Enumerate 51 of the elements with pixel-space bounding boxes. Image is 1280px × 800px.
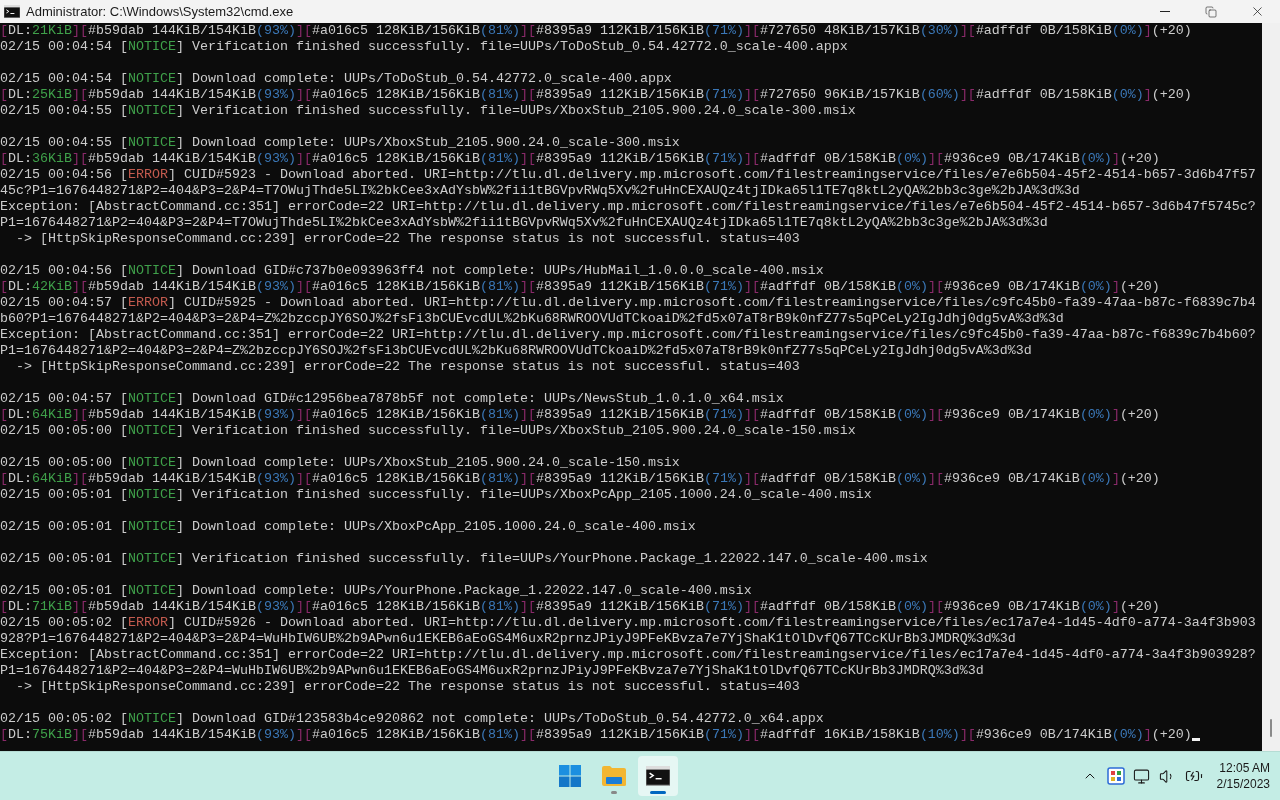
console-line: [DL:21KiB][#b59dab 144KiB/154KiB(93%)][#a016c5 128KiB/156KiB(81%)][#8395a9 112KiB/156KiB(71%)][#727650 48KiB/157KiB(30%)][#adffdf 0B/158KiB(0%)](+20)	[0, 23, 1192, 39]
console-line: 02/15 00:04:55 [NOTICE] Verification finished successfully. file=UUPs/XboxStub_2105.900.24.0_scale-300.msix	[0, 103, 856, 119]
console-line: [DL:64KiB][#b59dab 144KiB/154KiB(93%)][#a016c5 128KiB/156KiB(81%)][#8395a9 112KiB/156KiB(71%)][#adffdf 0B/158KiB(0%)][#936ce9 0B/174KiB(0%)](+20)	[0, 407, 1160, 423]
console-line: [DL:25KiB][#b59dab 144KiB/154KiB(93%)][#a016c5 128KiB/156KiB(81%)][#8395a9 112KiB/156KiB(71%)][#727650 96KiB/157KiB(60%)][#adffdf 0B/158KiB(0%)](+20)	[0, 87, 1192, 103]
console-line: 02/15 00:04:55 [NOTICE] Download complete: UUPs/XboxStub_2105.900.24.0_scale-300.msix	[0, 135, 680, 151]
console-line: 02/15 00:05:00 [NOTICE] Verification finished successfully. file=UUPs/XboxStub_2105.900.24.0_scale-150.msix	[0, 423, 856, 439]
console-line: 02/15 00:05:02 [NOTICE] Download GID#123583b4ce920862 not complete: UUPs/ToDoStub_0.54.42772.0_x64.appx	[0, 711, 824, 727]
console-line: -> [HttpSkipResponseCommand.cc:239] errorCode=22 The response status is not successful. status=403	[15, 359, 800, 375]
console-line: Exception: [AbstractCommand.cc:351] errorCode=22 URI=http://tlu.dl.delivery.mp.microsoft.com/filestreamingservice/files/ec17a7e4-1d45-4df0-a774-3a4f3b903928?	[0, 647, 1256, 663]
app-tray-icon[interactable]	[1106, 767, 1125, 785]
console-line: [DL:64KiB][#b59dab 144KiB/154KiB(93%)][#a016c5 128KiB/156KiB(81%)][#8395a9 112KiB/156KiB(71%)][#adffdf 0B/158KiB(0%)][#936ce9 0B/174KiB(0%)](+20)	[0, 471, 1160, 487]
network-icon[interactable]	[1133, 767, 1151, 785]
scrollbar-thumb[interactable]	[1270, 719, 1272, 737]
text-cursor	[1191, 738, 1200, 741]
restore-icon	[1205, 5, 1217, 18]
terminal-icon	[4, 5, 20, 18]
console-line: 928?P1=1676448271&P2=404&P3=2&P4=WuHbIW6UB%2b9APwn6u1EKEB6aEoGS4M6uxR2prnzJPiyJ9PFeKBvza7e7YjShaK1tOlDvfQ67TCcKUrBb3JMDRQ%3d%3d	[0, 631, 1016, 647]
clock-time[interactable]: 12:05 AM	[1219, 760, 1270, 776]
windows-logo-icon	[559, 765, 582, 787]
console-line: -> [HttpSkipResponseCommand.cc:239] errorCode=22 The response status is not successful. status=403	[15, 679, 800, 695]
console-line: P1=1676448271&P2=404&P3=2&P4=T7OWujThde5LI%2bkCee3xAdYsbW%2fii1tBGVpvRWq5Xv%2fuHnCEXAUQz4tjIDka65l1TE7q8ktL2yQA%2bb3c3ge%2bJA%3d%3d	[0, 215, 1048, 231]
console-line: 45c?P1=1676448271&P2=404&P3=2&P4=T7OWujThde5LI%2bkCee3xAdYsbW%2fii1tBGVpvRWq5Xv%2fuHnCEXAUQz4tjIDka65l1TE7q8ktL2yQA%2bb3c3ge%2bJA%3d%3d	[0, 183, 1080, 199]
console-line: P1=1676448271&P2=404&P3=2&P4=Z%2bzccpJY6SOJ%2fsFi3bCUEvcdUL%2bKu68RWROOVUdTCkoaiD%2fd5x07aT8rB9k0nfZ77s5qPCeLy2IgJdhj0dg5vA%3d%3d	[0, 343, 1032, 359]
terminal-icon	[646, 766, 671, 786]
scrollbar-track[interactable]	[1262, 23, 1280, 751]
console-line: 02/15 00:05:02 [ERROR] CUID#5926 - Download aborted. URI=http://tlu.dl.delivery.mp.microsoft.com/filestreamingservice/files/ec17a7e4-1d45-4df0-a774-3a4f3b903	[0, 615, 1256, 631]
console-line: Exception: [AbstractCommand.cc:351] errorCode=22 URI=http://tlu.dl.delivery.mp.microsoft.com/filestreamingservice/files/e7e6b504-45f2-4514-b657-3d6b47f5745c?	[0, 199, 1256, 215]
console-line: 02/15 00:04:54 [NOTICE] Download complete: UUPs/ToDoStub_0.54.42772.0_scale-400.appx	[0, 71, 672, 87]
console-line: 02/15 00:05:01 [NOTICE] Download complete: UUPs/XboxPcApp_2105.1000.24.0_scale-400.msix	[0, 519, 696, 535]
console-line: [DL:71KiB][#b59dab 144KiB/154KiB(93%)][#a016c5 128KiB/156KiB(81%)][#8395a9 112KiB/156KiB(71%)][#adffdf 0B/158KiB(0%)][#936ce9 0B/174KiB(0%)](+20)	[0, 599, 1160, 615]
console-line: 02/15 00:05:01 [NOTICE] Download complete: UUPs/YourPhone.Package_1.22022.147.0_scale-400.msix	[0, 583, 752, 599]
console-line: -> [HttpSkipResponseCommand.cc:239] errorCode=22 The response status is not successful. status=403	[15, 231, 800, 247]
taskbar-app-button[interactable]	[638, 756, 679, 796]
console-line: 02/15 00:05:01 [NOTICE] Verification finished successfully. file=UUPs/YourPhone.Package_1.22022.147.0_scale-400.msix	[0, 551, 928, 567]
console-line: 02/15 00:04:56 [NOTICE] Download GID#c737b0e093963ff4 not complete: UUPs/HubMail_1.0.0.0_scale-400.msix	[0, 263, 824, 279]
console-line: 02/15 00:05:00 [NOTICE] Download complete: UUPs/XboxStub_2105.900.24.0_scale-150.msix	[0, 455, 680, 471]
console-line: [DL:75KiB][#b59dab 144KiB/154KiB(93%)][#a016c5 128KiB/156KiB(81%)][#8395a9 112KiB/156KiB(71%)][#adffdf 16KiB/158KiB(10%)][#936ce9 0B/174KiB(0%)](+20)	[0, 727, 1192, 743]
console-line: P1=1676448271&P2=404&P3=2&P4=WuHbIW6UB%2b9APwn6u1EKEB6aEoGS4M6uxR2prnzJPiyJ9PFeKBvza7e7YjShaK1tOlDvfQ67TCcKUrBb3JMDRQ%3d%3d	[0, 663, 984, 679]
console-line: Exception: [AbstractCommand.cc:351] errorCode=22 URI=http://tlu.dl.delivery.mp.microsoft.com/filestreamingservice/files/c9fc45b0-fa39-47aa-b87c-f6839c7b4b60?	[0, 327, 1256, 343]
minimize-icon	[1160, 11, 1170, 12]
window-title: Administrator: C:\Windows\System32\cmd.exe	[26, 4, 294, 19]
folder-icon	[602, 765, 627, 787]
console-line: 02/15 00:05:01 [NOTICE] Verification finished successfully. file=UUPs/XboxPcApp_2105.1000.24.0_scale-400.msix	[0, 487, 872, 503]
console-line: 02/15 00:04:54 [NOTICE] Verification finished successfully. file=UUPs/ToDoStub_0.54.42772.0_scale-400.appx	[0, 39, 848, 55]
console-line: 02/15 00:04:57 [ERROR] CUID#5925 - Download aborted. URI=http://tlu.dl.delivery.mp.microsoft.com/filestreamingservice/files/c9fc45b0-fa39-47aa-b87c-f6839c7b4	[0, 295, 1256, 311]
console-line: 02/15 00:04:57 [NOTICE] Download GID#c12956bea7878b5f not complete: UUPs/NewsStub_1.0.1.0_x64.msix	[0, 391, 784, 407]
console-line: [DL:42KiB][#b59dab 144KiB/154KiB(93%)][#a016c5 128KiB/156KiB(81%)][#8395a9 112KiB/156KiB(71%)][#adffdf 0B/158KiB(0%)][#936ce9 0B/174KiB(0%)](+20)	[0, 279, 1160, 295]
console-line: b60?P1=1676448271&P2=404&P3=2&P4=Z%2bzccpJY6SOJ%2fsFi3bCUEvcdUL%2bKu68RWROOVUdTCkoaiD%2fd5x07aT8rB9k0nfZ77s5qPCeLy2IgJdhj0dg5vA%3d%3d	[0, 311, 1064, 327]
clock-date[interactable]: 2/15/2023	[1216, 776, 1270, 792]
console-line: [DL:36KiB][#b59dab 144KiB/154KiB(93%)][#a016c5 128KiB/156KiB(81%)][#8395a9 112KiB/156KiB(71%)][#adffdf 0B/158KiB(0%)][#936ce9 0B/174KiB(0%)](+20)	[0, 151, 1160, 167]
console-line: 02/15 00:04:56 [ERROR] CUID#5923 - Download aborted. URI=http://tlu.dl.delivery.mp.microsoft.com/filestreamingservice/files/e7e6b504-45f2-4514-b657-3d6b47f57	[0, 167, 1256, 183]
